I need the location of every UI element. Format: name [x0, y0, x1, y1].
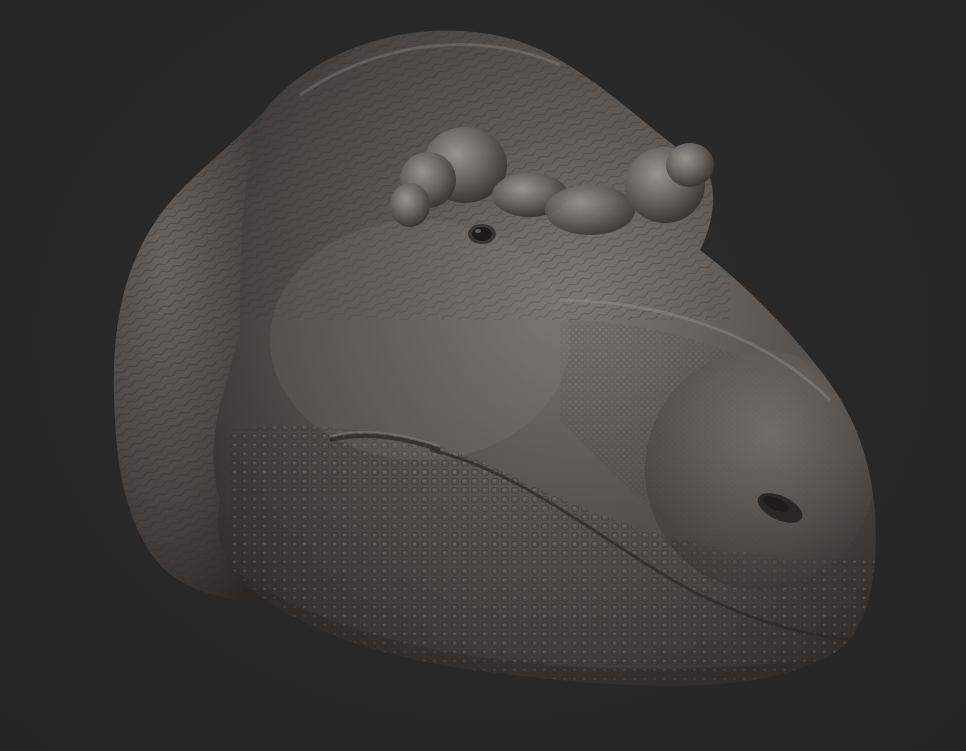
- eye: [468, 224, 496, 244]
- viewport: [0, 0, 966, 751]
- dinosaur-head-sculpt: [113, 30, 876, 686]
- snout: [645, 350, 875, 590]
